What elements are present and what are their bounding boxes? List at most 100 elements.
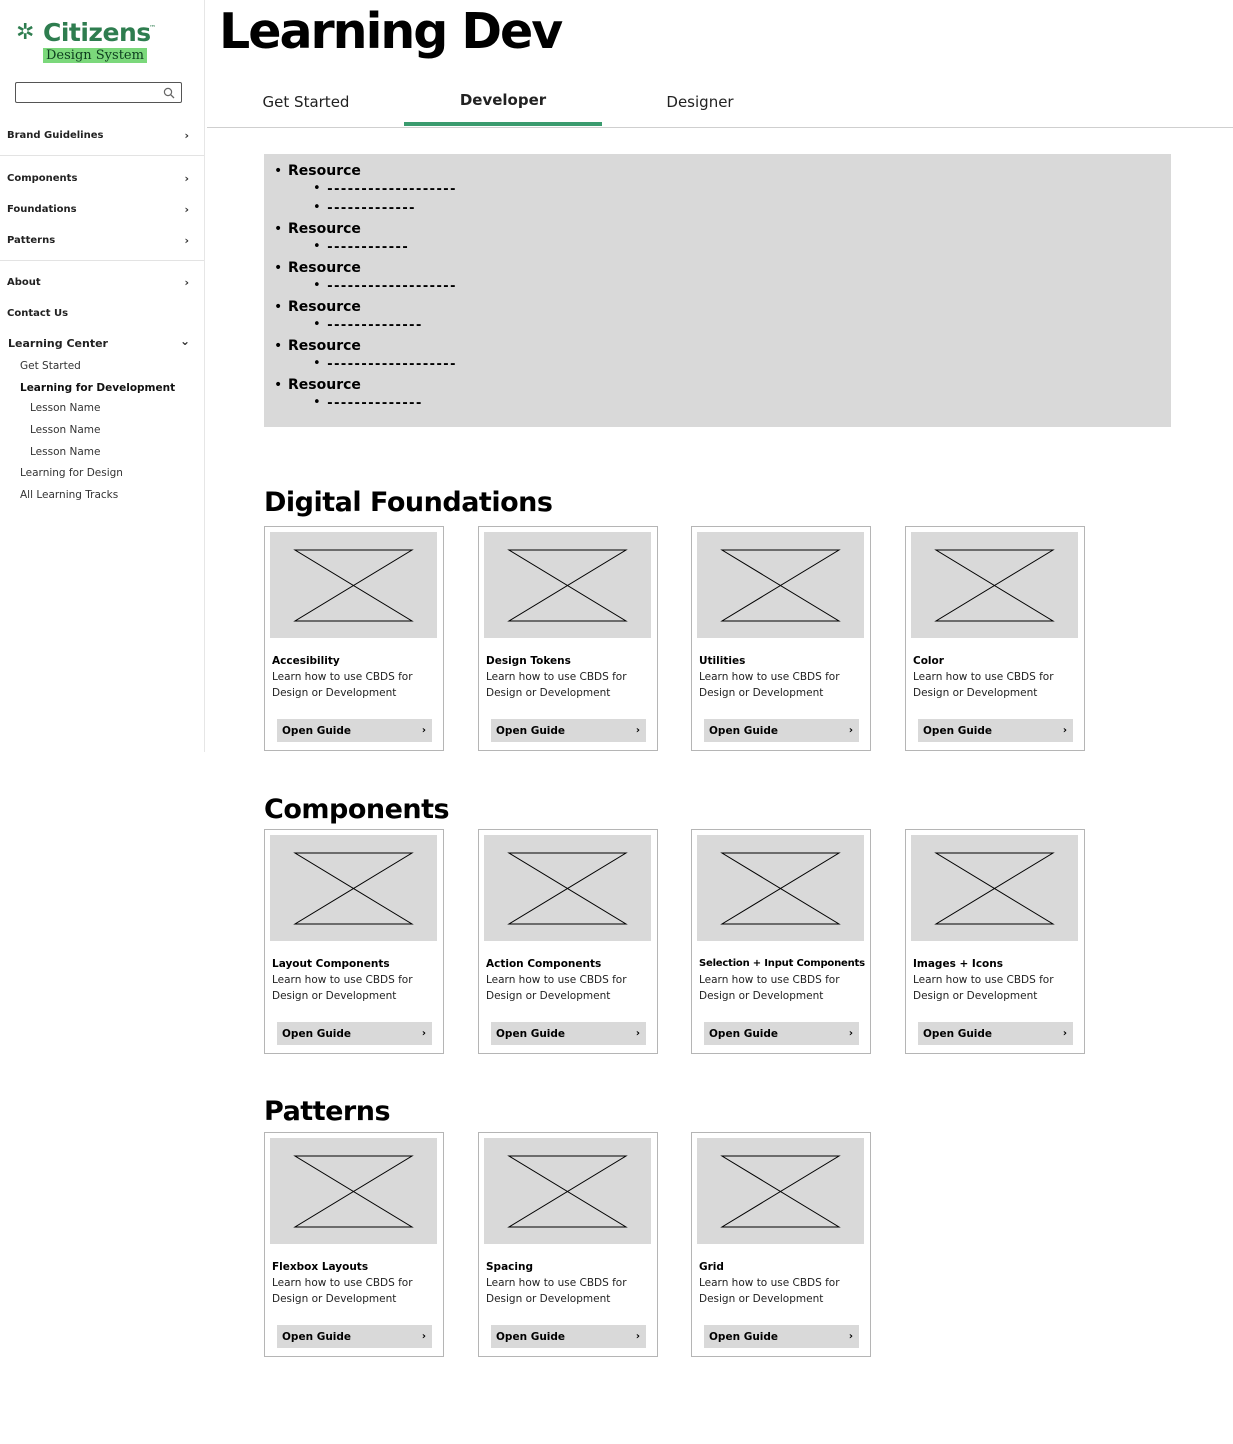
- sidebar-item-label: Contact Us: [7, 307, 69, 319]
- card-title: Images + Icons: [913, 958, 1003, 970]
- chevron-right-icon: ›: [184, 202, 189, 216]
- chevron-right-icon: ›: [184, 171, 189, 185]
- sidebar: ✲ Citizens ™ Design System Brand Guideli…: [0, 0, 205, 752]
- open-guide-button[interactable]: Open Guide ›: [918, 719, 1073, 742]
- chevron-right-icon: ›: [421, 1028, 426, 1039]
- open-guide-button[interactable]: Open Guide ›: [491, 1022, 646, 1045]
- chevron-down-icon: ⌄: [179, 334, 190, 348]
- sidebar-item-foundations[interactable]: Foundations ›: [7, 200, 189, 218]
- sidebar-sub-learning-for-development[interactable]: Learning for Development: [20, 382, 175, 394]
- sidebar-sub-lesson[interactable]: Lesson Name: [30, 446, 100, 458]
- resource-subitem[interactable]: -------------------: [313, 356, 457, 373]
- tab-developer[interactable]: Developer: [404, 78, 602, 126]
- open-guide-button[interactable]: Open Guide ›: [918, 1022, 1073, 1045]
- guide-card: Color Learn how to use CBDS for Design o…: [905, 526, 1085, 751]
- sidebar-sub-lesson[interactable]: Lesson Name: [30, 424, 100, 436]
- resource-subitem[interactable]: -------------------: [313, 278, 457, 295]
- card-description: Learn how to use CBDS for Design or Deve…: [699, 974, 840, 1002]
- chevron-right-icon: ›: [848, 1331, 853, 1342]
- image-placeholder: [911, 532, 1078, 638]
- chevron-right-icon: ›: [848, 1028, 853, 1039]
- open-guide-button[interactable]: Open Guide ›: [491, 1325, 646, 1348]
- card-title: Selection + Input Components: [699, 958, 865, 969]
- resources-panel: Resource ------------------- -----------…: [264, 154, 1171, 427]
- open-guide-button[interactable]: Open Guide ›: [704, 719, 859, 742]
- open-guide-button[interactable]: Open Guide ›: [704, 1325, 859, 1348]
- image-placeholder: [270, 1138, 437, 1244]
- button-label: Open Guide: [282, 1330, 352, 1343]
- sidebar-item-label: Brand Guidelines: [7, 129, 104, 141]
- card-description: Learn how to use CBDS for Design or Deve…: [272, 974, 413, 1002]
- card-description: Learn how to use CBDS for Design or Deve…: [272, 671, 413, 699]
- chevron-right-icon: ›: [421, 1331, 426, 1342]
- card-description: Learn how to use CBDS for Design or Deve…: [486, 1277, 627, 1305]
- sidebar-item-label: Components: [7, 172, 78, 184]
- sidebar-sub-lesson[interactable]: Lesson Name: [30, 402, 100, 414]
- resource-item[interactable]: Resource: [274, 162, 361, 180]
- open-guide-button[interactable]: Open Guide ›: [704, 1022, 859, 1045]
- resource-item[interactable]: Resource: [274, 259, 361, 277]
- guide-card: Flexbox Layouts Learn how to use CBDS fo…: [264, 1132, 444, 1357]
- resource-subitem[interactable]: -------------: [313, 200, 416, 217]
- resource-subitem[interactable]: ------------: [313, 239, 409, 256]
- sidebar-item-contact-us[interactable]: Contact Us: [7, 304, 189, 322]
- search-box: [15, 82, 182, 103]
- image-placeholder: [270, 532, 437, 638]
- chevron-right-icon: ›: [184, 128, 189, 142]
- sidebar-item-about[interactable]: About ›: [7, 273, 189, 291]
- card-title: Layout Components: [272, 958, 390, 970]
- button-label: Open Guide: [282, 724, 352, 737]
- button-label: Open Guide: [496, 1330, 566, 1343]
- button-label: Open Guide: [496, 1027, 566, 1040]
- sidebar-sub-learning-for-design[interactable]: Learning for Design: [20, 467, 123, 479]
- card-description: Learn how to use CBDS for Design or Deve…: [272, 1277, 413, 1305]
- open-guide-button[interactable]: Open Guide ›: [491, 719, 646, 742]
- brand-subtitle: Design System: [43, 48, 147, 63]
- sidebar-item-components[interactable]: Components ›: [7, 169, 189, 187]
- search-input[interactable]: [19, 85, 159, 100]
- image-placeholder: [911, 835, 1078, 941]
- section-title-components: Components: [264, 794, 450, 825]
- card-title: Design Tokens: [486, 655, 571, 667]
- card-title: Utilities: [699, 655, 746, 667]
- section-title-patterns: Patterns: [264, 1096, 391, 1127]
- button-label: Open Guide: [282, 1027, 352, 1040]
- card-description: Learn how to use CBDS for Design or Deve…: [913, 671, 1054, 699]
- tab-designer[interactable]: Designer: [601, 78, 799, 126]
- card-title: Action Components: [486, 958, 602, 970]
- chevron-right-icon: ›: [184, 275, 189, 289]
- tab-get-started[interactable]: Get Started: [207, 78, 405, 126]
- chevron-right-icon: ›: [848, 725, 853, 736]
- trademark-mark: ™: [149, 24, 156, 32]
- resource-subitem[interactable]: --------------: [313, 317, 423, 334]
- resource-subitem[interactable]: --------------: [313, 395, 423, 412]
- card-title: Grid: [699, 1261, 724, 1273]
- resource-item[interactable]: Resource: [274, 298, 361, 316]
- chevron-right-icon: ›: [635, 725, 640, 736]
- guide-card: Accesibility Learn how to use CBDS for D…: [264, 526, 444, 751]
- chevron-right-icon: ›: [421, 725, 426, 736]
- open-guide-button[interactable]: Open Guide ›: [277, 719, 432, 742]
- button-label: Open Guide: [496, 724, 566, 737]
- sidebar-sub-get-started[interactable]: Get Started: [20, 360, 81, 372]
- citizens-logo[interactable]: ✲ Citizens ™ Design System: [16, 18, 196, 68]
- button-label: Open Guide: [923, 724, 993, 737]
- open-guide-button[interactable]: Open Guide ›: [277, 1022, 432, 1045]
- resource-item[interactable]: Resource: [274, 220, 361, 238]
- card-description: Learn how to use CBDS for Design or Deve…: [699, 1277, 840, 1305]
- sidebar-item-learning-center[interactable]: Learning Center ⌄: [8, 334, 190, 352]
- button-label: Open Guide: [709, 1027, 779, 1040]
- sidebar-item-brand-guidelines[interactable]: Brand Guidelines ›: [7, 126, 189, 144]
- image-placeholder: [697, 835, 864, 941]
- guide-card: Spacing Learn how to use CBDS for Design…: [478, 1132, 658, 1357]
- open-guide-button[interactable]: Open Guide ›: [277, 1325, 432, 1348]
- search-icon[interactable]: [163, 87, 175, 99]
- chevron-right-icon: ›: [1062, 1028, 1067, 1039]
- resource-subitem[interactable]: -------------------: [313, 181, 457, 198]
- button-label: Open Guide: [709, 724, 779, 737]
- sidebar-sub-all-learning-tracks[interactable]: All Learning Tracks: [20, 489, 118, 501]
- card-title: Flexbox Layouts: [272, 1261, 369, 1273]
- resource-item[interactable]: Resource: [274, 337, 361, 355]
- sidebar-item-patterns[interactable]: Patterns ›: [7, 231, 189, 249]
- resource-item[interactable]: Resource: [274, 376, 361, 394]
